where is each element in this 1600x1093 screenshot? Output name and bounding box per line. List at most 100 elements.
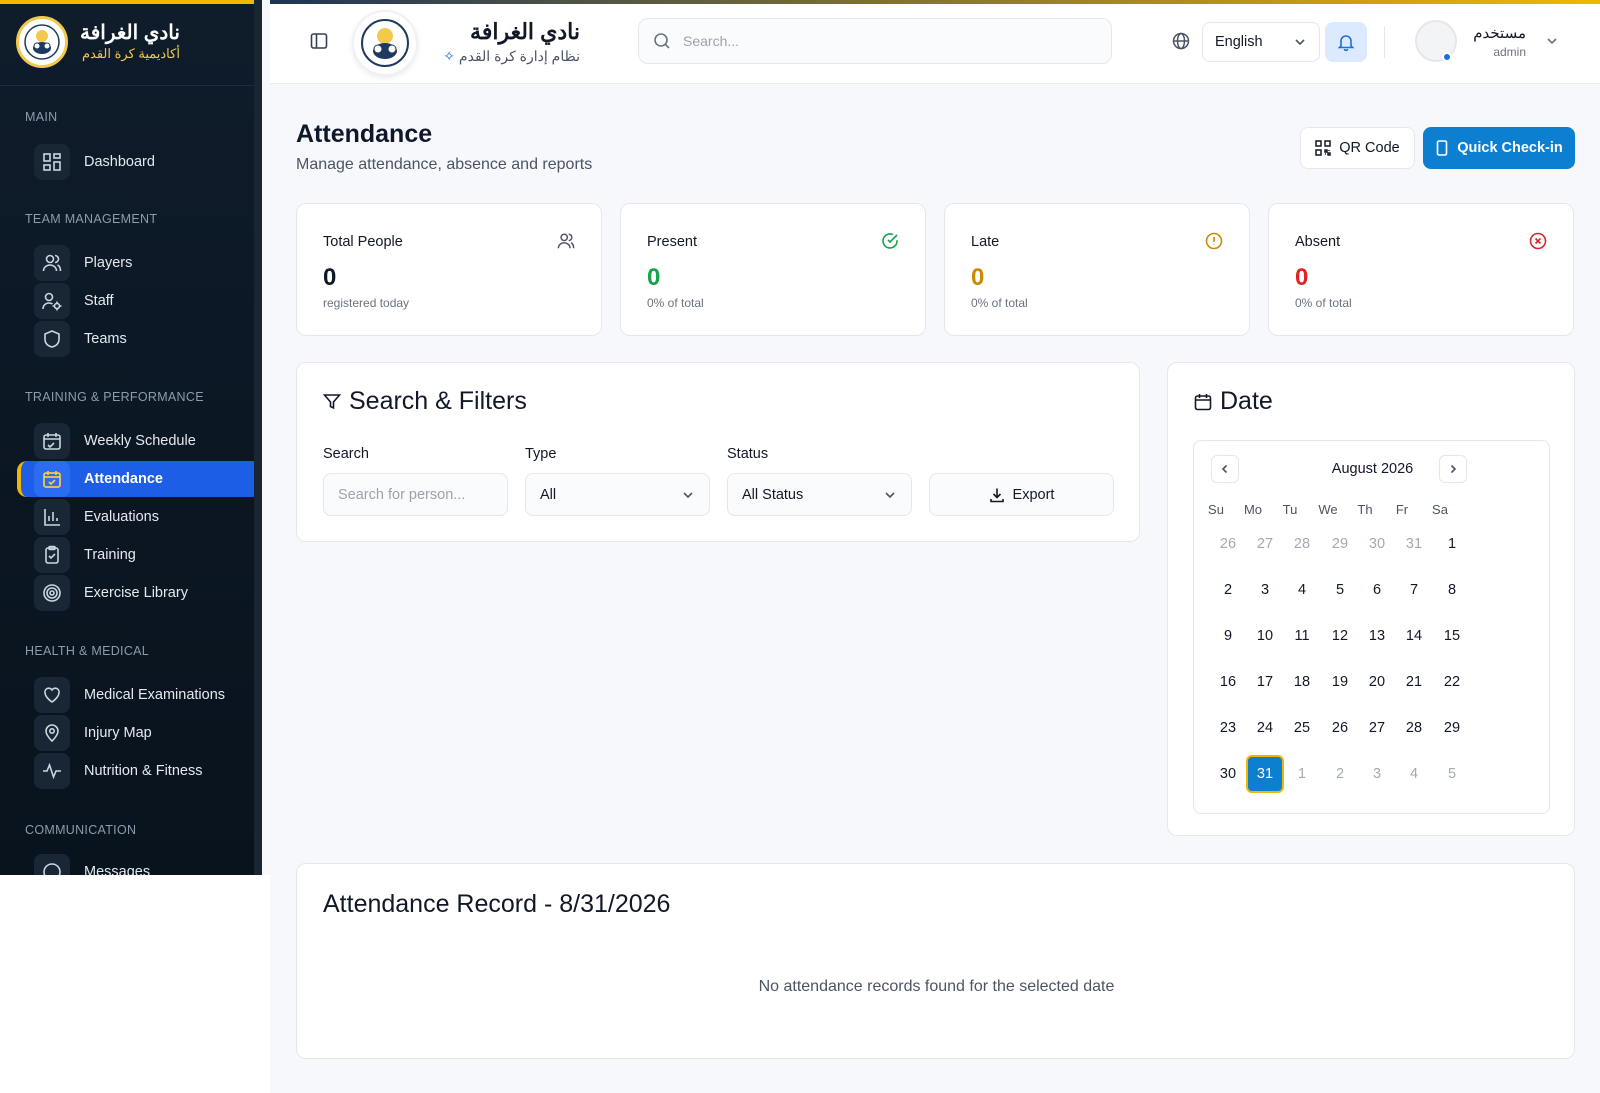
user-menu[interactable]: مستخدم admin <box>1464 24 1526 60</box>
prev-month-button[interactable] <box>1211 455 1239 483</box>
sidebar-item-medical-examinations[interactable]: Medical Examinations <box>17 677 254 713</box>
bar-chart-icon <box>34 499 70 535</box>
calendar-day[interactable]: 30 <box>1358 525 1396 563</box>
type-select[interactable]: All <box>525 473 710 516</box>
qr-code-button[interactable]: QR Code <box>1300 127 1415 169</box>
sidebar-item-messages[interactable]: Messages <box>17 854 254 875</box>
calendar-day[interactable]: 23 <box>1209 709 1247 747</box>
calendar: August 2026 Su Mo Tu We Th Fr Sa 26 27 28 29 30 31 1 2… <box>1193 440 1550 814</box>
sidebar-item-label: Nutrition & Fitness <box>84 763 203 779</box>
sidebar-item-evaluations[interactable]: Evaluations <box>17 499 254 535</box>
person-search-input[interactable]: Search for person... <box>323 473 508 516</box>
calendar-day[interactable]: 1 <box>1433 525 1471 563</box>
club-logo-icon <box>16 16 68 68</box>
calendar-day[interactable]: 16 <box>1209 663 1247 701</box>
calendar-day[interactable]: 27 <box>1358 709 1396 747</box>
calendar-day[interactable]: 3 <box>1246 571 1284 609</box>
download-icon <box>989 488 1004 502</box>
calendar-day[interactable]: 2 <box>1209 571 1247 609</box>
heart-icon <box>34 677 70 713</box>
sidebar-item-attendance[interactable]: Attendance <box>17 461 254 497</box>
status-select[interactable]: All Status <box>727 473 912 516</box>
chevron-down-icon[interactable] <box>1545 34 1559 53</box>
global-search-input[interactable]: Search... <box>638 18 1112 64</box>
sidebar-item-label: Players <box>84 255 133 271</box>
calendar-day[interactable]: 22 <box>1433 663 1471 701</box>
calendar-day[interactable]: 2 <box>1321 755 1359 793</box>
filters-title: Search & Filters <box>323 387 527 416</box>
calendar-day[interactable]: 3 <box>1358 755 1396 793</box>
calendar-day[interactable]: 7 <box>1395 571 1433 609</box>
calendar-day[interactable]: 29 <box>1433 709 1471 747</box>
stat-note: registered today <box>323 296 410 310</box>
user-cog-icon <box>34 283 70 319</box>
sidebar-item-players[interactable]: Players <box>17 245 254 281</box>
calendar-day[interactable]: 4 <box>1283 571 1321 609</box>
weekday-header: Tu <box>1282 502 1298 517</box>
calendar-day[interactable]: 29 <box>1321 525 1359 563</box>
calendar-day[interactable]: 28 <box>1283 525 1321 563</box>
sidebar-item-training[interactable]: Training <box>17 537 254 573</box>
search-label: Search <box>323 446 369 462</box>
club-subtitle: نظام إدارة كرة القدم ✧ <box>443 48 580 64</box>
calendar-day[interactable]: 24 <box>1246 709 1284 747</box>
sidebar-toggle-icon[interactable] <box>310 32 330 52</box>
sidebar-item-injury-map[interactable]: Injury Map <box>17 715 254 751</box>
calendar-day[interactable]: 12 <box>1321 617 1359 655</box>
calendar-day[interactable]: 10 <box>1246 617 1284 655</box>
sidebar-item-dashboard[interactable]: Dashboard <box>17 144 254 180</box>
page-subtitle: Manage attendance, absence and reports <box>296 156 593 173</box>
calendar-day[interactable]: 31 <box>1395 525 1433 563</box>
calendar-day[interactable]: 6 <box>1358 571 1396 609</box>
calendar-day[interactable]: 17 <box>1246 663 1284 701</box>
date-card: Date August 2026 Su Mo Tu We Th Fr Sa 26 27 28 29 3… <box>1167 362 1575 836</box>
calendar-day[interactable]: 13 <box>1358 617 1396 655</box>
date-title: Date <box>1194 387 1273 416</box>
calendar-day[interactable]: 15 <box>1433 617 1471 655</box>
calendar-day[interactable]: 30 <box>1209 755 1247 793</box>
globe-icon <box>1172 32 1190 55</box>
sidebar-item-exercise-library[interactable]: Exercise Library <box>17 575 254 611</box>
bell-icon <box>1337 35 1355 51</box>
calendar-day[interactable]: 5 <box>1433 755 1471 793</box>
sidebar-item-label: Evaluations <box>84 509 159 525</box>
quick-check-in-button[interactable]: Quick Check-in <box>1423 127 1575 169</box>
calendar-day[interactable]: 4 <box>1395 755 1433 793</box>
filter-icon <box>323 393 341 409</box>
calendar-day[interactable]: 11 <box>1283 617 1321 655</box>
calendar-day[interactable]: 26 <box>1209 525 1247 563</box>
next-month-button[interactable] <box>1439 455 1467 483</box>
sidebar-item-label: Injury Map <box>84 725 152 741</box>
calendar-check-icon <box>34 461 70 497</box>
export-button[interactable]: Export <box>929 473 1114 516</box>
sidebar-item-staff[interactable]: Staff <box>17 283 254 319</box>
calendar-day[interactable]: 31 <box>1246 755 1284 793</box>
users-icon <box>557 232 575 255</box>
stat-note: 0% of total <box>971 296 1028 310</box>
sidebar-item-teams[interactable]: Teams <box>17 321 254 357</box>
sidebar-brand[interactable]: نادي الغرافة أكاديمية كرة القدم <box>16 16 180 68</box>
alert-circle-icon <box>1205 232 1223 255</box>
calendar-day[interactable]: 19 <box>1321 663 1359 701</box>
calendar-day[interactable]: 27 <box>1246 525 1284 563</box>
sidebar-item-nutrition-fitness[interactable]: Nutrition & Fitness <box>17 753 254 789</box>
calendar-day[interactable]: 9 <box>1209 617 1247 655</box>
calendar-day[interactable]: 25 <box>1283 709 1321 747</box>
weekday-header: Fr <box>1395 502 1409 517</box>
calendar-day[interactable]: 21 <box>1395 663 1433 701</box>
chevron-down-icon <box>885 491 895 498</box>
calendar-day[interactable]: 1 <box>1283 755 1321 793</box>
calendar-day[interactable]: 28 <box>1395 709 1433 747</box>
calendar-day[interactable]: 26 <box>1321 709 1359 747</box>
calendar-day[interactable]: 20 <box>1358 663 1396 701</box>
sidebar-divider <box>0 85 254 86</box>
stat-card-present: Present 0 0% of total <box>620 203 926 336</box>
calendar-day[interactable]: 5 <box>1321 571 1359 609</box>
sidebar-item-label: Weekly Schedule <box>84 433 196 449</box>
calendar-day[interactable]: 8 <box>1433 571 1471 609</box>
calendar-day[interactable]: 18 <box>1283 663 1321 701</box>
sidebar-item-weekly-schedule[interactable]: Weekly Schedule <box>17 423 254 459</box>
language-select[interactable]: English <box>1202 22 1320 62</box>
calendar-day[interactable]: 14 <box>1395 617 1433 655</box>
notifications-button[interactable] <box>1325 22 1367 62</box>
